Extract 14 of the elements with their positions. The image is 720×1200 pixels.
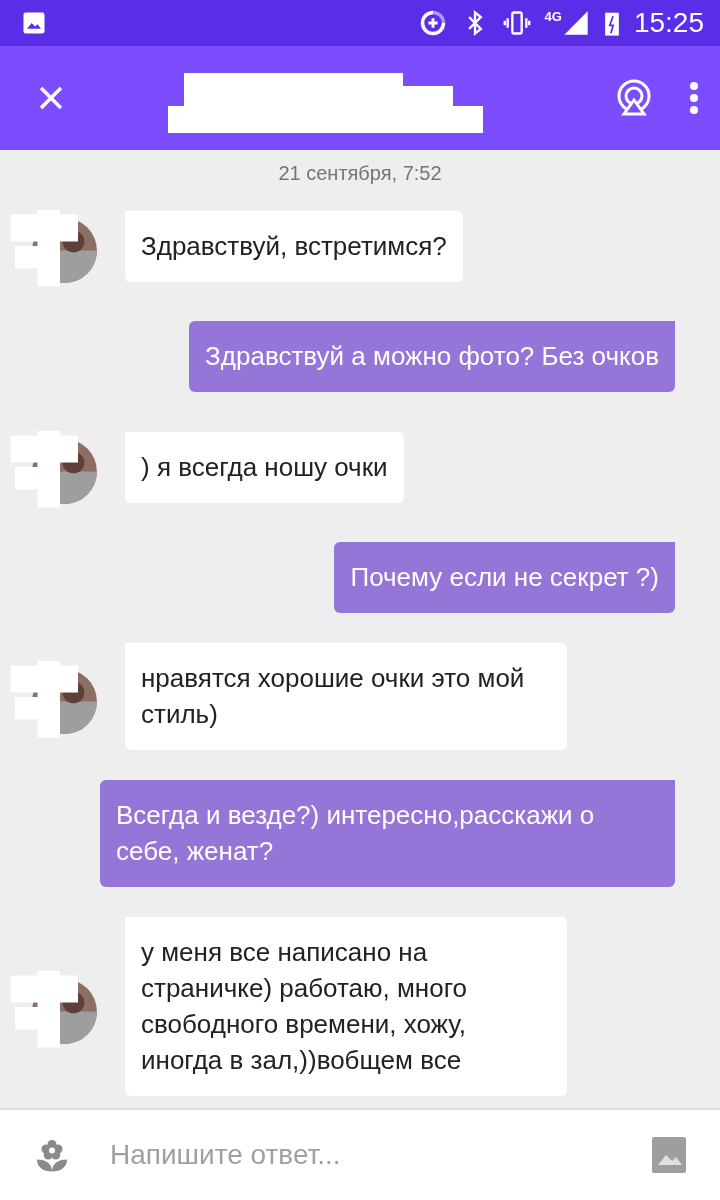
incoming-message: нравятся хорошие очки это мой стиль): [125, 643, 567, 750]
signal-icon: [561, 9, 590, 37]
outgoing-message: Здравствуй а можно фото? Без очков: [189, 321, 675, 392]
vibrate-icon: [502, 9, 531, 37]
date-divider: 21 сентября, 7:52: [278, 162, 442, 185]
network-type: 4G: [544, 9, 562, 24]
incoming-message: у меня все написано на страничке) работаю, много свободного времени, хожу, иногда в зал,))вобщем все: [125, 917, 567, 1096]
clock: 15:25: [633, 7, 704, 39]
incoming-message: ) я всегда ношу очки: [125, 431, 404, 503]
data-saver-icon: [418, 9, 447, 37]
outgoing-message: Всегда и везде?) интересно,расскажи о себе, женат?: [100, 780, 675, 887]
message-input[interactable]: Напишите ответ...: [110, 1139, 612, 1171]
incoming-message: Здравствуй, встретимся?: [125, 210, 463, 282]
outgoing-message: Почему если не секрет ?): [334, 542, 675, 613]
